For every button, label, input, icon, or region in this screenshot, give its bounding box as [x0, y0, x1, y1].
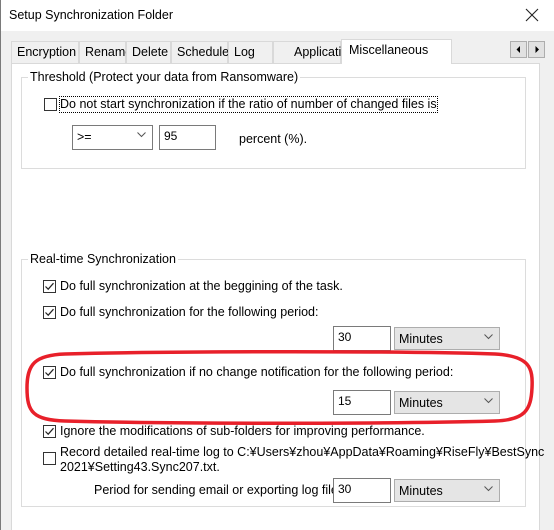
- tab-strip: Encryption Rename Delete Schedule Log Ap…: [11, 39, 551, 64]
- threshold-operator-select[interactable]: >=: [72, 125, 153, 150]
- full-sync-begin-label: Do full synchronization at the beggining…: [60, 279, 343, 293]
- full-sync-period-label: Do full synchronization for the followin…: [60, 305, 319, 319]
- ignore-subfolders-label: Ignore the modifications of sub-folders …: [60, 424, 425, 438]
- dialog-window: Setup Synchronization Folder Encryption …: [0, 0, 554, 530]
- full-sync-no-change-input[interactable]: 15: [333, 390, 391, 415]
- email-period-input[interactable]: 30: [333, 478, 391, 503]
- record-log-checkbox[interactable]: [43, 452, 56, 465]
- full-sync-period-checkbox[interactable]: [43, 306, 56, 319]
- tab-scroll-left-button[interactable]: [510, 41, 527, 58]
- full-sync-period-value: 30: [338, 330, 352, 344]
- close-icon: [525, 8, 539, 22]
- title-bar: Setup Synchronization Folder: [1, 0, 554, 31]
- record-log-label-line2: 2021¥Setting43.Sync207.txt.: [60, 460, 220, 474]
- tab-encryption[interactable]: Encryption: [11, 41, 79, 63]
- full-sync-period-unit-select[interactable]: Minutes: [394, 327, 500, 350]
- triangle-left-icon: [516, 46, 520, 53]
- full-sync-period-input[interactable]: 30: [333, 326, 391, 351]
- checkmark-icon: [45, 282, 54, 291]
- full-sync-no-change-value: 15: [338, 394, 352, 408]
- threshold-group: Threshold (Protect your data from Ransom…: [21, 70, 526, 169]
- realtime-group-title: Real-time Synchronization: [28, 252, 178, 266]
- ignore-subfolders-checkbox[interactable]: [43, 425, 56, 438]
- close-button[interactable]: [517, 2, 547, 28]
- checkmark-icon: [45, 427, 54, 436]
- threshold-operator-value: >=: [77, 130, 92, 144]
- chevron-down-icon: [484, 332, 493, 343]
- email-period-value: 30: [338, 482, 352, 496]
- realtime-group: Real-time Synchronization Do full synchr…: [21, 252, 544, 507]
- miscellaneous-panel: Threshold (Protect your data from Ransom…: [11, 63, 544, 530]
- tab-label: Miscellaneous: [349, 43, 429, 57]
- full-sync-begin-checkbox[interactable]: [43, 280, 56, 293]
- window-title: Setup Synchronization Folder: [9, 8, 173, 22]
- full-sync-no-change-unit-value: Minutes: [399, 396, 443, 410]
- threshold-percent-value: 95: [164, 129, 178, 143]
- full-sync-period-unit-value: Minutes: [399, 332, 443, 346]
- tab-label: Delete: [132, 45, 169, 59]
- email-period-unit-value: Minutes: [399, 484, 443, 498]
- threshold-percent-input[interactable]: 95: [159, 125, 216, 150]
- chevron-down-icon: [484, 396, 493, 407]
- full-sync-no-change-label: Do full synchronization if no change not…: [60, 365, 454, 379]
- chevron-down-icon: [484, 484, 493, 495]
- tab-scroll-right-button[interactable]: [528, 41, 545, 58]
- email-period-unit-select[interactable]: Minutes: [394, 479, 500, 502]
- percent-label: percent (%).: [239, 132, 308, 146]
- tab-log[interactable]: Log: [228, 41, 273, 63]
- tab-label: Schedule: [177, 45, 230, 59]
- triangle-right-icon: [535, 46, 539, 53]
- tab-application[interactable]: Application: [273, 41, 355, 63]
- checkmark-icon: [45, 368, 54, 377]
- checkmark-icon: [45, 308, 54, 317]
- tab-delete[interactable]: Delete: [126, 41, 171, 63]
- tab-rename[interactable]: Rename: [79, 41, 132, 63]
- threshold-checkbox[interactable]: [44, 98, 57, 111]
- threshold-checkbox-label[interactable]: Do not start synchronization if the rati…: [59, 96, 438, 113]
- tab-label: Log: [234, 45, 255, 59]
- full-sync-no-change-unit-select[interactable]: Minutes: [394, 391, 500, 414]
- threshold-group-title: Threshold (Protect your data from Ransom…: [28, 70, 301, 84]
- full-sync-no-change-checkbox[interactable]: [43, 366, 56, 379]
- record-log-label-line1: Record detailed real-time log to C:¥User…: [60, 445, 545, 459]
- tab-miscellaneous[interactable]: Miscellaneous: [341, 39, 452, 64]
- tab-label: Encryption: [17, 45, 77, 59]
- chevron-down-icon: [137, 130, 146, 141]
- tab-schedule[interactable]: Schedule: [171, 41, 230, 63]
- email-period-label: Period for sending email or exporting lo…: [94, 483, 342, 497]
